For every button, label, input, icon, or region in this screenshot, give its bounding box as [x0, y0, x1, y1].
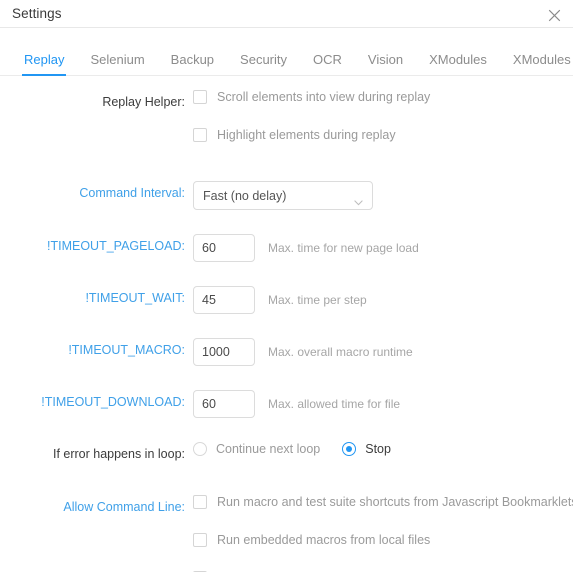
- page-title: Settings: [12, 6, 62, 21]
- command-interval-select[interactable]: Fast (no delay): [193, 181, 373, 210]
- replay-settings-form: Replay Helper: Scroll elements into view…: [0, 76, 573, 572]
- checkbox-label-scroll-elements[interactable]: Scroll elements into view during replay: [217, 90, 430, 104]
- tab-vision[interactable]: Vision: [355, 53, 416, 75]
- timeout-wait-label: !TIMEOUT_WAIT:: [85, 291, 185, 305]
- command-interval-row: Command Interval: Fast (no delay): [0, 181, 573, 210]
- checkbox-label-run-macro-bookmarklets[interactable]: Run macro and test suite shortcuts from …: [217, 495, 573, 509]
- checkbox-scroll-elements[interactable]: Scroll elements into view during replay: [193, 90, 430, 104]
- timeout-pageload-hint: Max. time for new page load: [268, 241, 419, 255]
- radio-label-continue-next-loop[interactable]: Continue next loop: [216, 442, 320, 456]
- error-loop-row: If error happens in loop: Continue next …: [0, 442, 573, 468]
- timeout-wait-row: !TIMEOUT_WAIT: Max. time per step: [0, 286, 573, 314]
- tab-selenium[interactable]: Selenium: [77, 53, 157, 75]
- radio-continue-next-loop[interactable]: Continue next loop: [193, 442, 320, 456]
- checkbox-run-embedded-local[interactable]: Run embedded macros from local files: [193, 533, 430, 547]
- tab-backup[interactable]: Backup: [158, 53, 227, 75]
- replay-helper-row: Replay Helper: Scroll elements into view…: [0, 90, 573, 116]
- timeout-pageload-label: !TIMEOUT_PAGELOAD:: [47, 239, 185, 253]
- timeout-download-hint: Max. allowed time for file: [268, 397, 401, 411]
- chevron-down-icon: [354, 193, 363, 211]
- timeout-macro-row: !TIMEOUT_MACRO: Max. overall macro runti…: [0, 338, 573, 366]
- timeout-download-label: !TIMEOUT_DOWNLOAD:: [41, 395, 185, 409]
- checkbox-box-run-embedded-local[interactable]: [193, 533, 207, 547]
- error-loop-label: If error happens in loop:: [52, 447, 185, 461]
- settings-window: Settings Replay Selenium Backup Security…: [0, 0, 573, 572]
- timeout-macro-hint: Max. overall macro runtime: [268, 345, 413, 359]
- timeout-wait-input[interactable]: [193, 286, 255, 314]
- tab-xmodules[interactable]: XModules: [416, 53, 500, 75]
- timeout-pageload-row: !TIMEOUT_PAGELOAD: Max. time for new pag…: [0, 234, 573, 262]
- timeout-pageload-input[interactable]: [193, 234, 255, 262]
- replay-helper-label: Replay Helper:: [102, 95, 185, 109]
- checkbox-box-run-macro-bookmarklets[interactable]: [193, 495, 207, 509]
- tab-security[interactable]: Security: [227, 53, 300, 75]
- checkbox-box-highlight-elements[interactable]: [193, 128, 207, 142]
- checkbox-highlight-elements[interactable]: Highlight elements during replay: [193, 128, 396, 142]
- tab-ocr[interactable]: OCR: [300, 53, 355, 75]
- command-line-row: Allow Command Line: Run macro and test s…: [0, 495, 573, 521]
- tab-xmodules-pro[interactable]: XModules PRO: [500, 53, 573, 75]
- command-interval-value: Fast (no delay): [203, 188, 287, 203]
- radio-circle-continue-next-loop[interactable]: [193, 442, 207, 456]
- command-interval-label: Command Interval:: [79, 186, 185, 200]
- command-line-label: Allow Command Line:: [63, 500, 185, 514]
- radio-stop[interactable]: Stop: [342, 442, 391, 456]
- checkbox-label-run-embedded-local[interactable]: Run embedded macros from local files: [217, 533, 430, 547]
- timeout-download-input[interactable]: [193, 390, 255, 418]
- checkbox-run-macro-bookmarklets[interactable]: Run macro and test suite shortcuts from …: [193, 495, 573, 509]
- checkbox-label-highlight-elements[interactable]: Highlight elements during replay: [217, 128, 396, 142]
- highlight-elements-row: Highlight elements during replay: [0, 128, 573, 154]
- tab-replay[interactable]: Replay: [11, 53, 77, 76]
- spacer-label: [0, 533, 193, 538]
- timeout-macro-label: !TIMEOUT_MACRO:: [68, 343, 185, 357]
- local-files-row: Run embedded macros from local files: [0, 533, 573, 559]
- checkbox-box-scroll-elements[interactable]: [193, 90, 207, 104]
- timeout-download-row: !TIMEOUT_DOWNLOAD: Max. allowed time for…: [0, 390, 573, 418]
- timeout-wait-hint: Max. time per step: [268, 293, 367, 307]
- title-bar: Settings: [0, 0, 573, 28]
- tab-bar: Replay Selenium Backup Security OCR Visi…: [0, 42, 573, 76]
- radio-circle-stop[interactable]: [342, 442, 357, 456]
- radio-label-stop[interactable]: Stop: [365, 442, 391, 456]
- spacer-label: [0, 128, 193, 133]
- timeout-macro-input[interactable]: [193, 338, 255, 366]
- close-icon[interactable]: [543, 4, 565, 26]
